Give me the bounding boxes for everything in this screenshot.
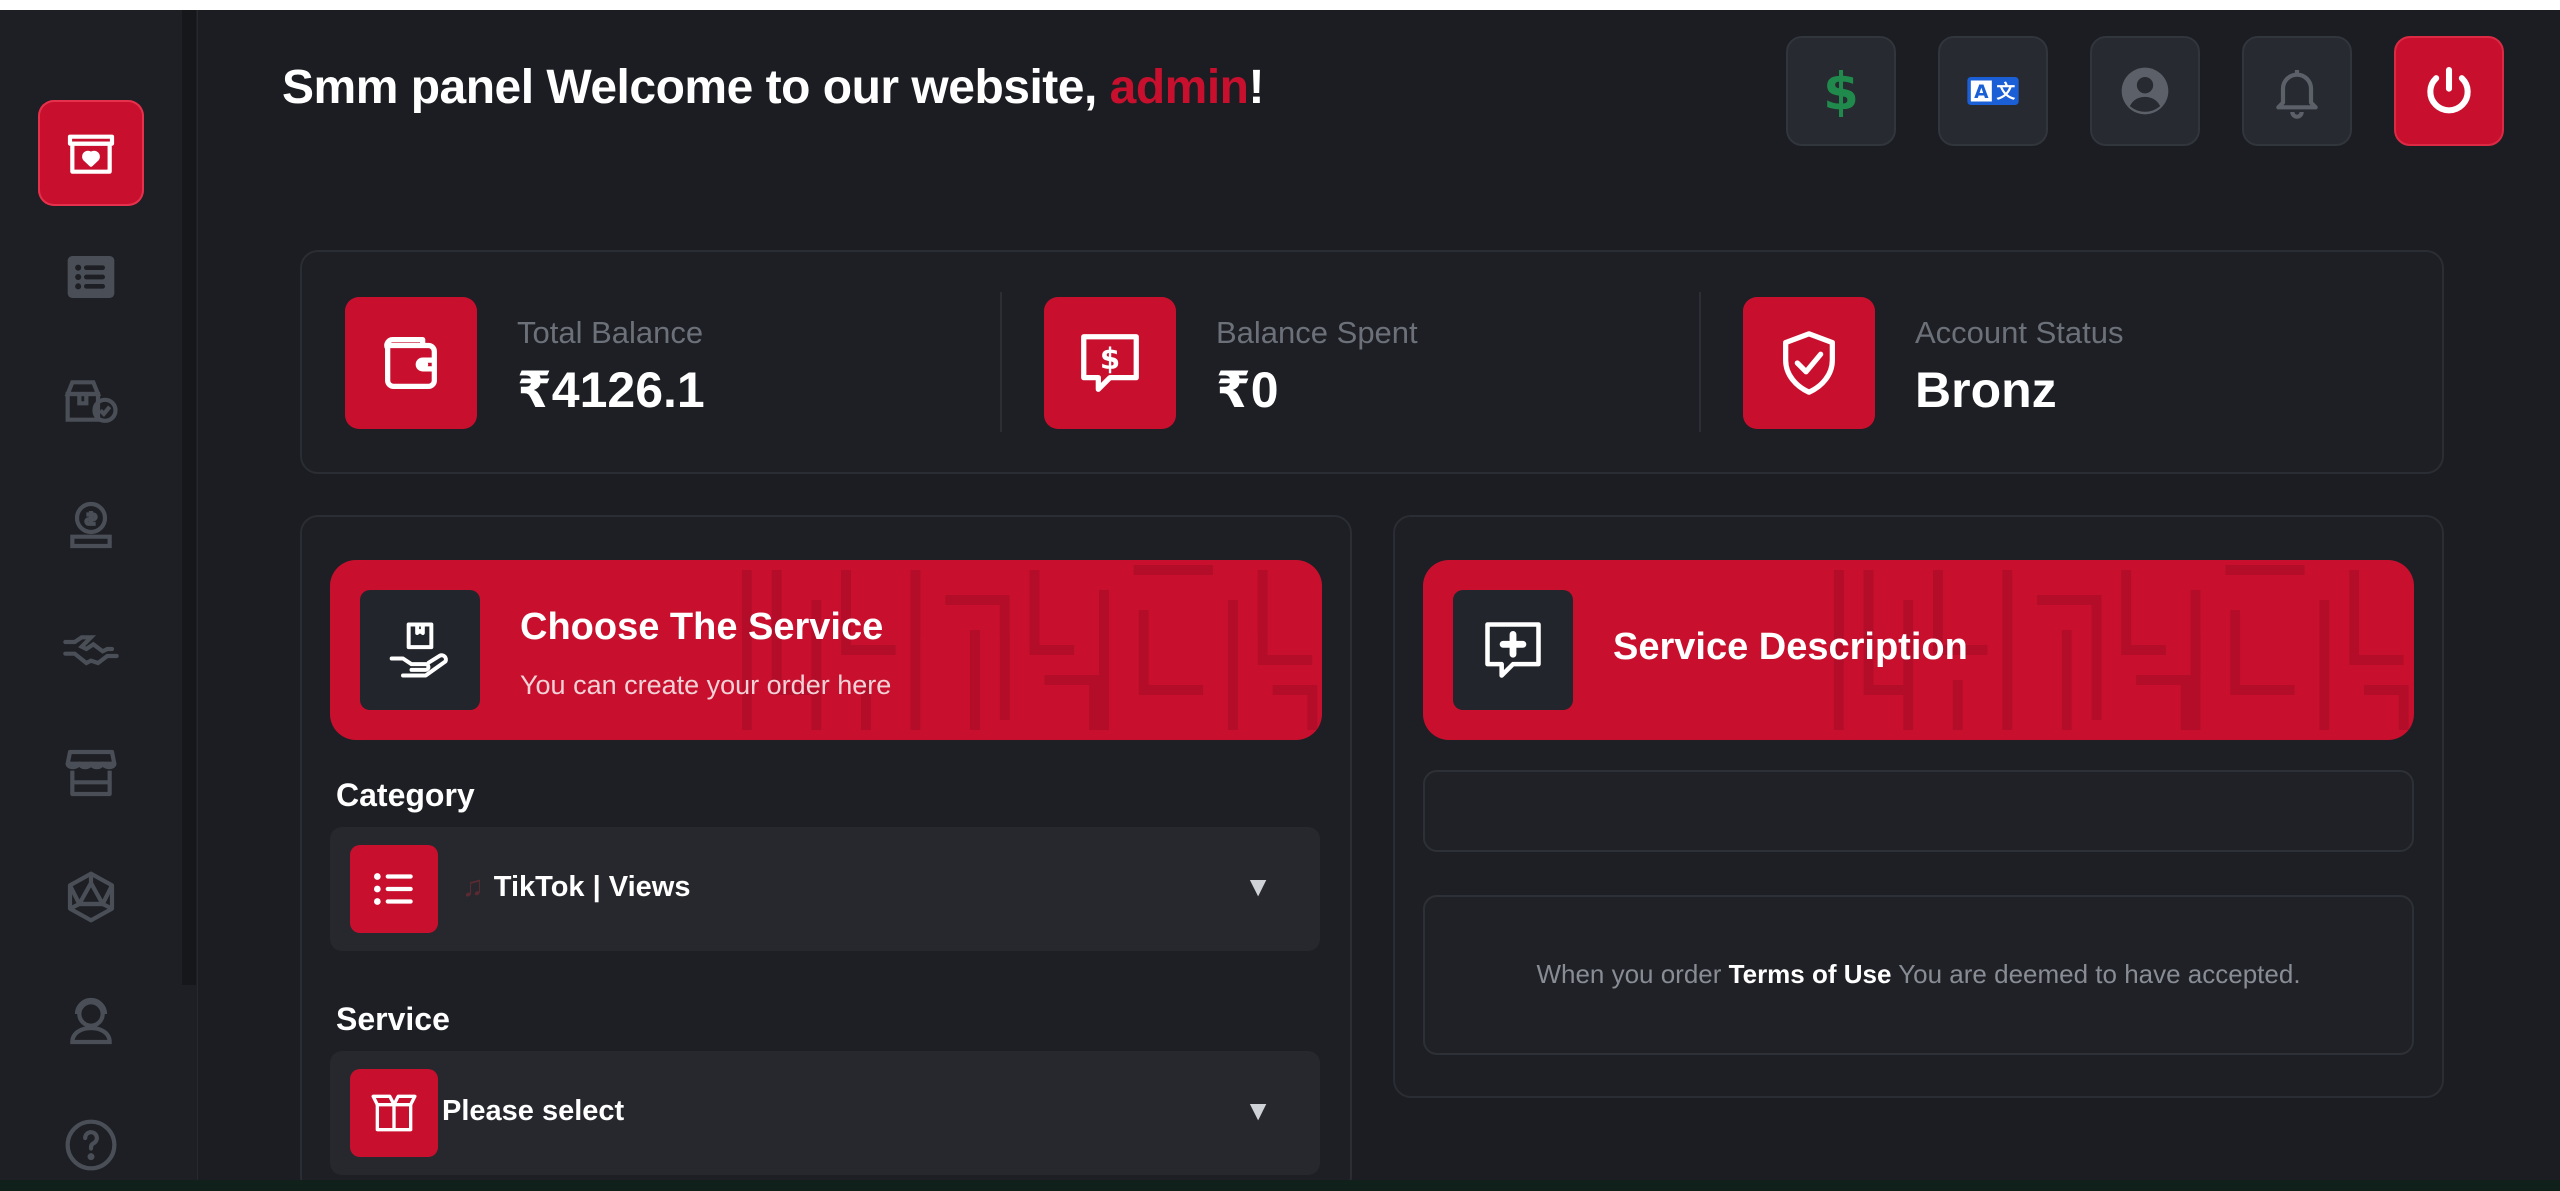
terms-prefix: When you order [1536, 959, 1729, 989]
open-box-icon [371, 1094, 417, 1132]
svg-text:A: A [1974, 82, 1989, 103]
order-banner: Choose The Service You can create your o… [330, 560, 1322, 740]
stat-value: ₹0 [1216, 362, 1279, 418]
store-icon [65, 749, 117, 797]
stat-divider [1699, 292, 1701, 432]
stat-icon-box [1743, 297, 1875, 429]
box-heart-icon [67, 134, 115, 174]
svg-text:$: $ [1823, 63, 1859, 119]
category-label: Category [336, 777, 475, 813]
sidebar [0, 10, 198, 1180]
stat-value: ₹4126.1 [517, 362, 705, 418]
stat-label: Account Status [1915, 315, 2124, 350]
terms-notice: When you order Terms of Use You are deem… [1425, 959, 2412, 990]
power-icon [2427, 66, 2471, 114]
window-top-edge [0, 0, 2560, 10]
profile-button[interactable] [2090, 36, 2200, 146]
sidebar-item-faq[interactable] [38, 1092, 144, 1191]
boxes-check-icon [64, 380, 118, 423]
svg-text:$: $ [1100, 342, 1120, 376]
logout-button[interactable] [2394, 36, 2504, 146]
order-panel: Choose The Service You can create your o… [300, 515, 1352, 1191]
bell-icon [2276, 70, 2318, 119]
sidebar-item-support[interactable] [38, 968, 144, 1074]
wallet-icon [384, 337, 437, 389]
description-title: Service Description [1613, 626, 1968, 668]
stat-divider [1000, 292, 1002, 432]
welcome-suffix: ! [1248, 61, 1265, 114]
dollar-chat-icon: $ [1081, 334, 1139, 392]
terms-box: When you order Terms of Use You are deem… [1423, 895, 2414, 1055]
stat-icon-box: $ [1044, 297, 1176, 429]
dice-icon [67, 871, 115, 923]
service-description-box [1423, 770, 2414, 852]
shield-check-icon [1783, 331, 1835, 395]
user-circle-icon [2121, 67, 2169, 115]
description-banner: Service Description [1423, 560, 2414, 740]
chevron-down-icon: ▼ [1244, 1095, 1272, 1126]
maze-pattern [741, 565, 1318, 730]
username: admin [1109, 61, 1249, 114]
list-icon [67, 256, 115, 298]
money-hand-icon [70, 501, 112, 549]
list-bullets-icon [374, 873, 413, 905]
service-value: Please select [442, 1095, 625, 1127]
add-funds-button[interactable]: $ [1786, 36, 1896, 146]
stat-icon-box [345, 297, 477, 429]
sidebar-item-add-funds[interactable] [38, 472, 144, 578]
select-icon-box [350, 845, 438, 933]
description-panel: Service Description When you order Terms… [1393, 515, 2444, 1098]
banner-icon-box [360, 590, 480, 710]
category-value: ♫ TikTok | Views [462, 871, 690, 904]
stat-value: Bronz [1915, 362, 2057, 418]
welcome-text: Smm panel Welcome to our website, [282, 61, 1110, 114]
window-bottom-edge [0, 1180, 2560, 1191]
sidebar-item-services[interactable] [38, 720, 144, 826]
service-select[interactable]: Please select ▼ [330, 1051, 1320, 1175]
support-agent-icon [70, 997, 112, 1045]
terms-of-use-link[interactable]: Terms of Use [1729, 959, 1892, 989]
sidebar-item-mass-order[interactable] [38, 348, 144, 454]
stat-label: Total Balance [517, 315, 704, 350]
sidebar-item-api[interactable] [38, 844, 144, 950]
category-text: TikTok | Views [493, 871, 691, 903]
language-button[interactable]: A 文 [1938, 36, 2048, 146]
welcome-heading: Smm panel Welcome to our website, admin! [282, 60, 1265, 115]
category-select[interactable]: ♫ TikTok | Views ▼ [330, 827, 1320, 951]
banner-icon-box [1453, 590, 1573, 710]
order-title: Choose The Service [520, 606, 884, 648]
sidebar-scrollbar[interactable] [182, 10, 196, 985]
question-icon [65, 1119, 117, 1171]
service-label: Service [336, 1001, 450, 1037]
translate-icon: A 文 [1967, 77, 2019, 105]
sidebar-item-new-order[interactable] [38, 100, 144, 206]
dollar-icon: $ [1823, 63, 1859, 119]
svg-text:文: 文 [1997, 81, 2016, 103]
terms-suffix: You are deemed to have accepted. [1891, 959, 2301, 989]
sidebar-item-affiliates[interactable] [38, 596, 144, 702]
handshake-icon [63, 635, 119, 666]
sidebar-item-orders[interactable] [38, 224, 144, 330]
music-note-icon: ♫ [462, 871, 484, 903]
stats-panel: Total Balance ₹4126.1 $ Balance Spent ₹0… [300, 250, 2444, 474]
message-plus-icon [1485, 622, 1541, 678]
notifications-button[interactable] [2242, 36, 2352, 146]
select-icon-box [350, 1069, 438, 1157]
chevron-down-icon: ▼ [1244, 871, 1272, 902]
stat-label: Balance Spent [1216, 315, 1418, 350]
order-subtitle: You can create your order here [520, 670, 892, 700]
hand-box-icon [389, 622, 448, 678]
